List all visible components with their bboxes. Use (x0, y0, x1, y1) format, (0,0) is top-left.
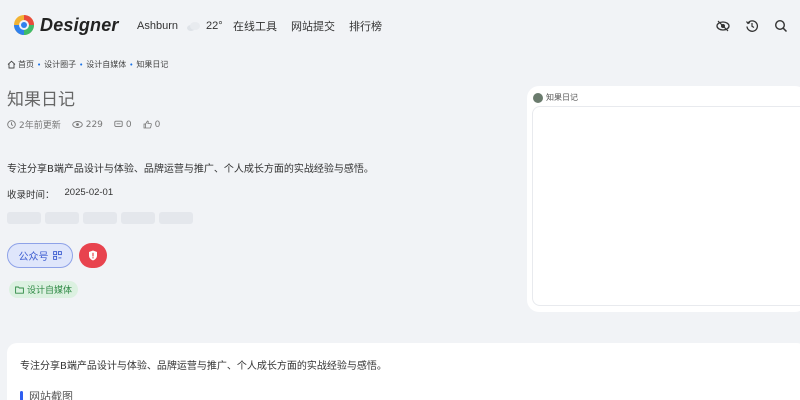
updated-meta: 2年前更新 (7, 118, 61, 131)
skeleton-placeholder (83, 212, 117, 224)
thumbs-up-icon (143, 120, 152, 129)
shield-alert-icon (89, 250, 97, 261)
eye-icon (716, 20, 730, 32)
loading-placeholders (7, 212, 197, 224)
qrcode-icon (52, 251, 62, 260)
wechat-account-button[interactable]: 公众号 (7, 243, 73, 268)
site-meta: 2年前更新 229 0 0 (7, 118, 171, 131)
site-description: 专注分享B端产品设计与体验、品牌运营与推广、个人成长方面的实战经验与感悟。 (7, 164, 374, 175)
skeleton-placeholder (45, 212, 79, 224)
search-button[interactable] (772, 17, 790, 35)
content-description: 专注分享B端产品设计与体验、品牌运营与推广、个人成长方面的实战经验与感悟。 (20, 361, 387, 372)
breadcrumb-separator: • (37, 60, 42, 69)
updated-text: 2年前更新 (19, 121, 61, 131)
header-tools (703, 17, 790, 35)
home-icon (7, 60, 16, 69)
nav-item-ranking[interactable]: 排行榜 (349, 18, 382, 34)
preview-label: 知果日记 (546, 93, 578, 102)
section-title-text: 网站截图 (29, 390, 73, 400)
weather-city: Ashburn (137, 20, 178, 32)
nav-item-submit-site[interactable]: 网站提交 (291, 18, 335, 34)
preview-header: 知果日记 (533, 92, 578, 103)
content-card: 专注分享B端产品设计与体验、品牌运营与推广、个人成长方面的实战经验与感悟。 网站… (7, 343, 800, 400)
weather-temp: 22° (205, 20, 223, 32)
top-navbar: Designer Ashburn 22° 在线工具 网站提交 排行榜 (0, 0, 800, 52)
preview-frame[interactable] (532, 106, 800, 306)
section-title-bar (20, 391, 23, 400)
category-tag[interactable]: 设计自媒体 (9, 281, 79, 298)
clock-icon (7, 120, 16, 129)
views-count: 229 (85, 119, 103, 130)
collected-info: 收录时间： 2025-02-01 (7, 187, 113, 201)
likes-count: 0 (154, 119, 161, 130)
logo-mark-icon (14, 15, 34, 35)
history-button[interactable] (743, 17, 761, 35)
breadcrumb-design-circle[interactable]: 设计圈子 (44, 59, 76, 70)
skeleton-placeholder (159, 212, 193, 224)
comments-meta[interactable]: 0 (114, 120, 132, 130)
theme-toggle-button[interactable] (714, 17, 732, 35)
weather-widget[interactable]: Ashburn 22° (137, 20, 223, 32)
page-title: 知果日记 (7, 90, 75, 110)
site-preview-card: 知果日记 (527, 86, 800, 312)
collected-label: 收录时间： (7, 190, 55, 201)
history-icon (746, 20, 759, 32)
section-title: 网站截图 (20, 388, 73, 400)
folder-icon (15, 286, 24, 294)
breadcrumb-separator: • (129, 60, 134, 69)
likes-meta[interactable]: 0 (143, 119, 161, 130)
comments-count: 0 (125, 119, 132, 130)
breadcrumb: 首页 • 设计圈子 • 设计自媒体 • 知果日记 (7, 59, 168, 70)
wechat-label: 公众号 (18, 252, 49, 263)
report-button[interactable] (79, 243, 107, 268)
comment-icon (114, 120, 123, 127)
category-tag-label: 设计自媒体 (27, 286, 73, 296)
cloud-icon (186, 22, 200, 31)
breadcrumb-current: 知果日记 (136, 60, 169, 69)
collected-date: 2025-02-01 (64, 187, 114, 198)
breadcrumb-design-media[interactable]: 设计自媒体 (86, 59, 126, 70)
favicon-icon (533, 92, 543, 103)
skeleton-placeholder (7, 212, 41, 224)
eye-icon (71, 121, 83, 128)
nav-item-online-tools[interactable]: 在线工具 (233, 18, 277, 34)
skeleton-placeholder (121, 212, 155, 224)
site-logo[interactable]: Designer (13, 14, 119, 36)
search-icon (774, 19, 788, 33)
breadcrumb-separator: • (79, 60, 84, 69)
logo-text: Designer (40, 14, 119, 35)
main-nav: 在线工具 网站提交 排行榜 (233, 18, 396, 34)
breadcrumb-home[interactable]: 首页 (18, 59, 34, 70)
views-meta: 229 (71, 119, 103, 130)
